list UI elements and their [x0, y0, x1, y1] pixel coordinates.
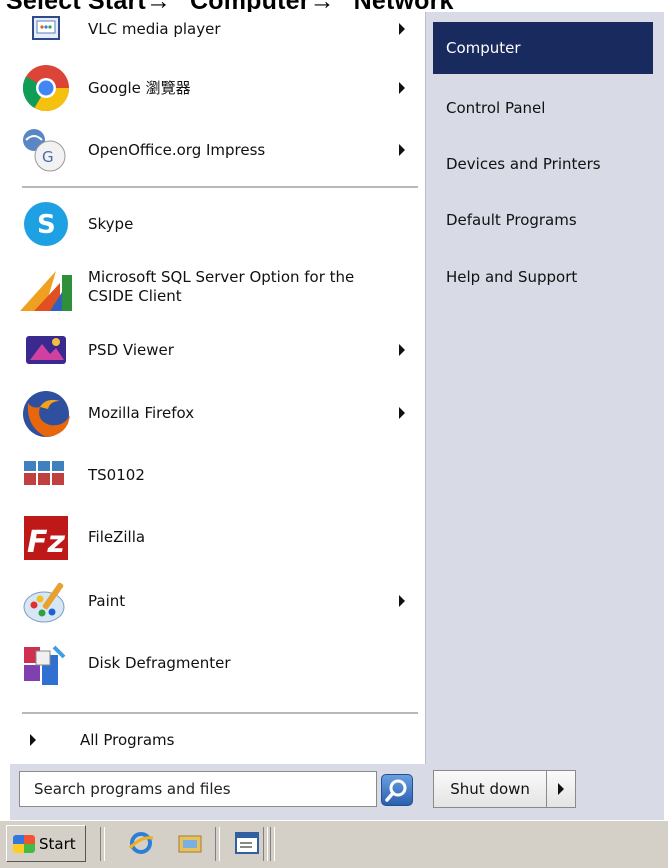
right-item-label: Help and Support — [446, 268, 578, 286]
disk-defragmenter-icon — [20, 637, 72, 689]
taskbar-grip — [270, 827, 275, 861]
program-label: TS0102 — [88, 465, 145, 484]
submenu-arrow-icon — [399, 407, 405, 419]
shutdown-button[interactable]: Shut down — [434, 771, 546, 807]
taskbar-divider — [215, 827, 220, 861]
filezilla-icon: Fz — [20, 511, 72, 563]
right-item-label: Computer — [446, 39, 521, 57]
window-icon[interactable] — [234, 830, 260, 856]
program-item-disk-defragmenter[interactable]: Disk Defragmenter — [10, 636, 415, 690]
program-label-line1: Microsoft SQL Server Option for the — [88, 268, 355, 286]
program-item-chrome[interactable]: Google 瀏覽器 — [10, 62, 415, 114]
shutdown-control: Shut down — [433, 770, 576, 808]
all-programs-separator — [22, 712, 418, 715]
program-label: Skype — [88, 214, 134, 233]
start-button[interactable]: Start — [6, 825, 86, 862]
internet-explorer-icon[interactable] — [128, 830, 154, 856]
submenu-arrow-icon — [399, 82, 405, 94]
program-label: Mozilla Firefox — [88, 403, 195, 422]
program-label: VLC media player — [88, 19, 221, 38]
chrome-icon — [20, 62, 72, 114]
program-label: Disk Defragmenter — [88, 653, 231, 672]
program-label: OpenOffice.org Impress — [88, 140, 266, 159]
taskbar: Start — [0, 820, 668, 868]
program-item-sql-cside[interactable]: Microsoft SQL Server Option for the CSIDE… — [10, 260, 415, 314]
right-item-computer[interactable]: Computer — [433, 22, 653, 74]
search-box[interactable] — [19, 771, 377, 807]
program-label-line2: CSIDE Client — [88, 287, 182, 305]
svg-text:S: S — [37, 210, 56, 240]
program-label: PSD Viewer — [88, 340, 174, 359]
right-item-devices-and-printers[interactable]: Devices and Printers — [433, 144, 653, 184]
microsoft-dynamics-icon — [20, 261, 72, 313]
svg-text:Fz: Fz — [27, 525, 65, 560]
psd-viewer-icon — [20, 324, 72, 376]
start-label: Start — [39, 834, 76, 853]
firefox-icon — [20, 387, 72, 439]
right-item-control-panel[interactable]: Control Panel — [433, 88, 653, 128]
submenu-arrow-icon — [399, 23, 405, 35]
right-item-label: Devices and Printers — [446, 155, 601, 173]
paint-icon — [20, 575, 72, 627]
openoffice-impress-icon: G — [20, 124, 72, 176]
submenu-arrow-icon — [399, 144, 405, 156]
chevron-right-icon — [558, 783, 565, 795]
right-item-label: Control Panel — [446, 99, 546, 117]
submenu-arrow-icon — [399, 595, 405, 607]
program-item-psd-viewer[interactable]: PSD Viewer — [10, 324, 415, 376]
svg-text:G: G — [42, 148, 54, 166]
program-label: Google 瀏覽器 — [88, 78, 191, 97]
program-label: Paint — [88, 591, 126, 610]
program-label: FileZilla — [88, 527, 146, 546]
program-item-firefox[interactable]: Mozilla Firefox — [10, 386, 415, 440]
ts0102-icon — [20, 449, 72, 501]
pinned-separator — [22, 186, 418, 189]
search-button[interactable] — [381, 774, 413, 806]
vlc-icon — [20, 14, 72, 44]
all-programs-label: All Programs — [80, 731, 175, 749]
shutdown-options-button[interactable] — [546, 771, 575, 807]
program-item-skype[interactable]: S Skype — [10, 198, 415, 250]
program-item-paint[interactable]: Paint — [10, 574, 415, 628]
skype-icon: S — [20, 198, 72, 250]
right-item-label: Default Programs — [446, 211, 577, 229]
right-item-help-and-support[interactable]: Help and Support — [433, 257, 653, 297]
program-item-ts0102[interactable]: TS0102 — [10, 450, 415, 500]
search-icon — [385, 779, 407, 802]
right-item-default-programs[interactable]: Default Programs — [433, 200, 653, 240]
program-label: Microsoft SQL Server Option for the CSIDE… — [88, 268, 354, 306]
taskbar-grip — [263, 827, 268, 861]
taskbar-divider — [100, 827, 105, 861]
program-item-filezilla[interactable]: Fz FileZilla — [10, 510, 415, 564]
program-item-openoffice-impress[interactable]: G OpenOffice.org Impress — [10, 124, 415, 176]
search-input[interactable] — [20, 772, 374, 806]
all-programs-button[interactable]: All Programs — [22, 722, 412, 758]
expand-arrow-icon — [30, 734, 36, 746]
submenu-arrow-icon — [399, 344, 405, 356]
program-item-vlc[interactable]: VLC media player — [10, 12, 415, 46]
windows-logo-icon — [13, 834, 35, 853]
folder-icon[interactable] — [177, 830, 203, 856]
